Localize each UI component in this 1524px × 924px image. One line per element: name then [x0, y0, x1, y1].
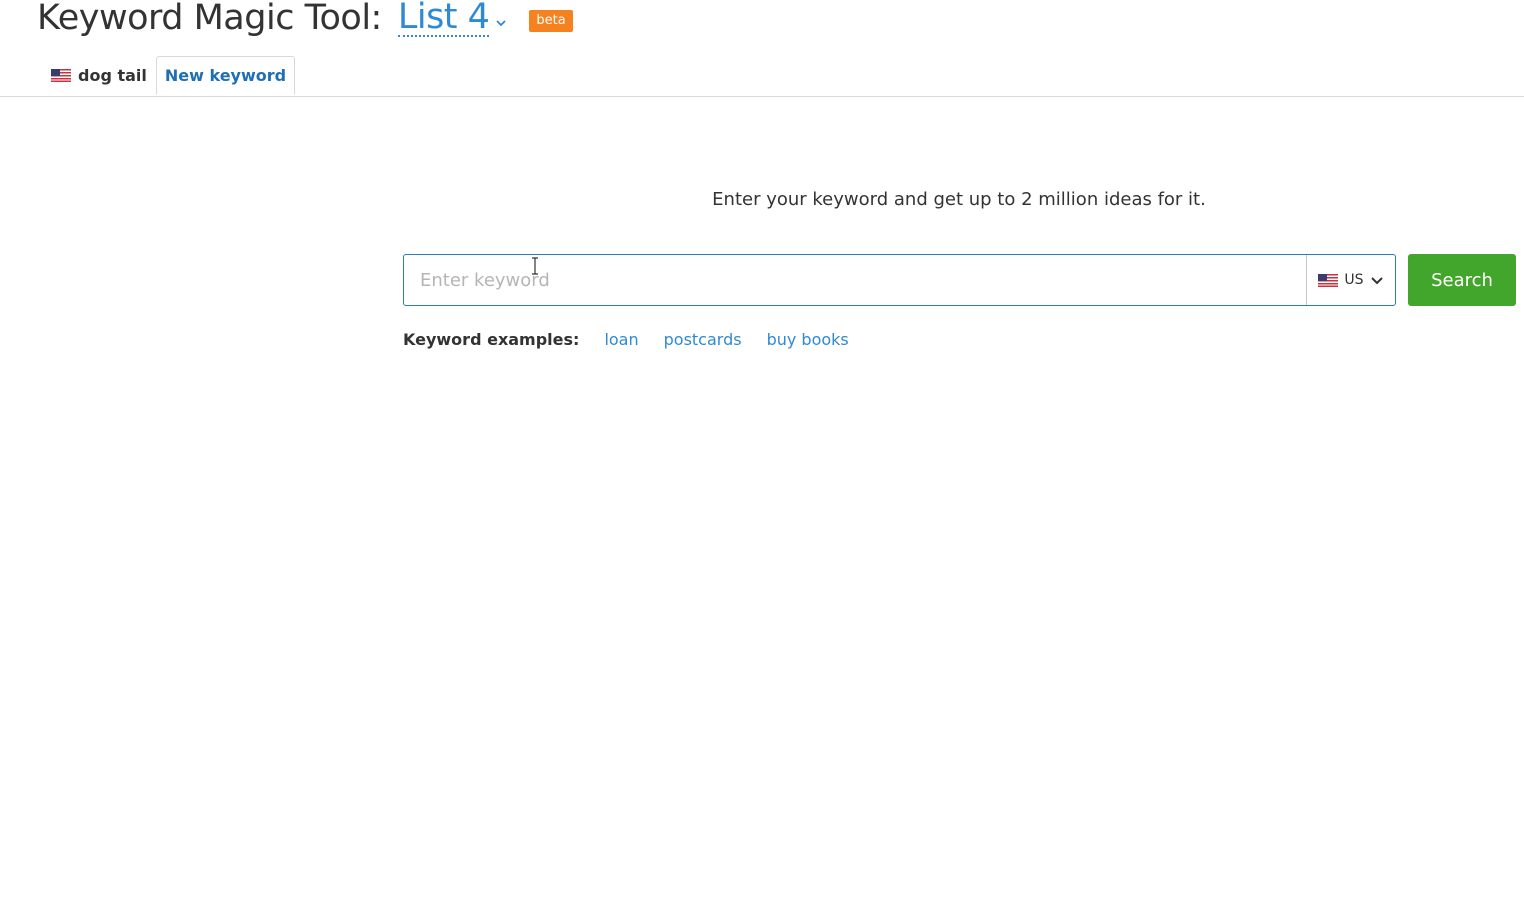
chevron-down-icon	[1370, 277, 1383, 285]
example-link-postcards[interactable]: postcards	[664, 330, 742, 349]
database-select[interactable]: US	[1306, 255, 1395, 305]
list-selector-link[interactable]: List 4	[397, 0, 490, 38]
beta-badge: beta	[529, 10, 573, 32]
keyword-tabs: dog tail New keyword	[0, 56, 1524, 97]
tab-new-keyword[interactable]: New keyword	[156, 56, 295, 95]
search-button[interactable]: Search	[1408, 254, 1516, 306]
search-box: US	[403, 254, 1396, 306]
example-link-buy-books[interactable]: buy books	[767, 330, 849, 349]
us-flag-icon	[1318, 273, 1339, 287]
keyword-examples: Keyword examples: loan postcards buy boo…	[403, 330, 874, 349]
page-title: Keyword Magic Tool:	[37, 0, 382, 38]
search-row: US Search	[403, 254, 1516, 306]
tab-dog-tail[interactable]: dog tail	[51, 56, 147, 95]
database-label: US	[1344, 272, 1364, 288]
us-flag-icon	[51, 69, 71, 82]
tab-label: dog tail	[78, 66, 147, 85]
text-cursor-icon	[532, 257, 538, 275]
examples-label: Keyword examples:	[403, 330, 580, 349]
example-link-loan[interactable]: loan	[604, 330, 638, 349]
tab-label: New keyword	[164, 66, 287, 85]
page: Keyword Magic Tool: List 4 beta dog tail…	[0, 0, 1524, 924]
chevron-down-icon[interactable]	[495, 17, 507, 29]
intro-text: Enter your keyword and get up to 2 milli…	[712, 189, 1206, 210]
page-header: Keyword Magic Tool: List 4 beta	[37, 0, 573, 44]
